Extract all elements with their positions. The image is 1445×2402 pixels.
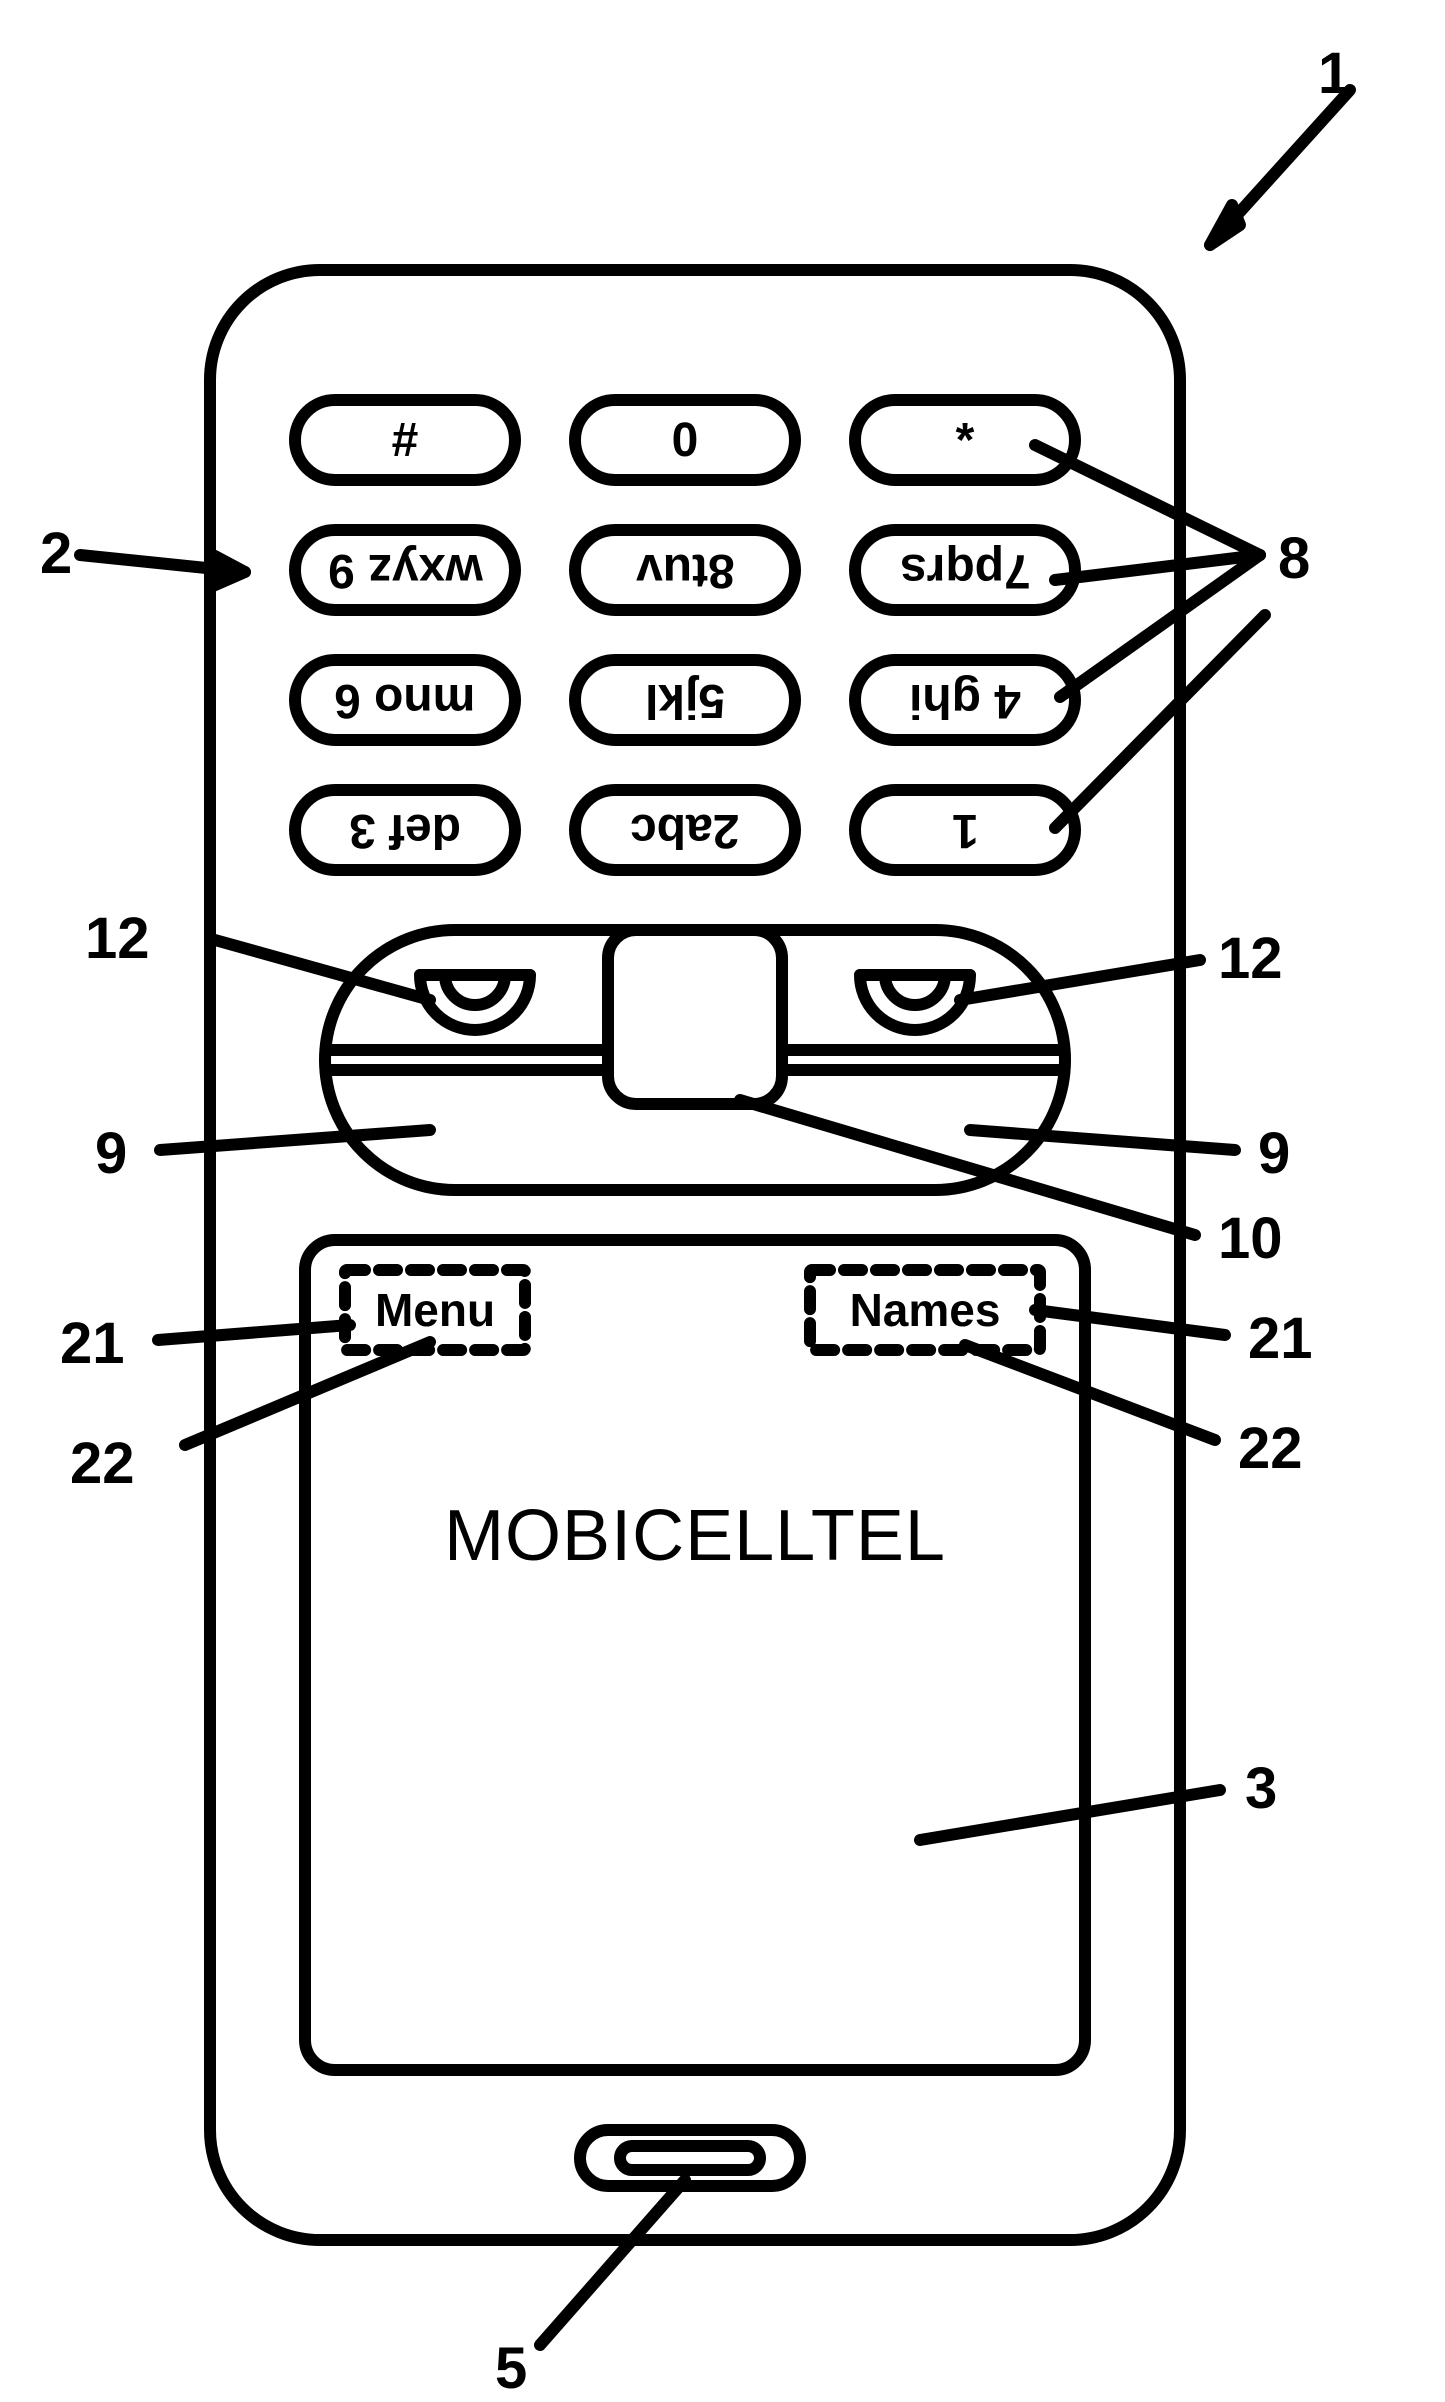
leader-9-left <box>160 1130 430 1150</box>
figure-svg <box>0 0 1445 2401</box>
key-1-label: 1 <box>855 790 1075 870</box>
key-4-label: 4 ghi <box>855 660 1075 740</box>
key-star-label: * <box>855 400 1075 480</box>
ref-22-right: 22 <box>1238 1415 1303 1482</box>
softkey-left-label: Menu <box>345 1270 525 1350</box>
key-hash-label: # <box>295 400 515 480</box>
ref-1: 1 <box>1318 40 1350 107</box>
ref-2: 2 <box>40 520 72 587</box>
leader-2 <box>80 555 245 586</box>
patent-figure: # 0 * wxyz 9 8tuv 7pqrs mno 6 5jkl 4 ghi… <box>0 0 1445 2401</box>
key-8-label: 8tuv <box>575 530 795 610</box>
ref-9-left: 9 <box>95 1120 127 1187</box>
ref-12-left: 12 <box>85 905 150 972</box>
leader-8 <box>1035 445 1265 828</box>
ref-10: 10 <box>1218 1205 1283 1272</box>
ref-8: 8 <box>1278 525 1310 592</box>
leader-10 <box>740 1100 1195 1235</box>
center-button[interactable] <box>608 930 782 1104</box>
ref-22-left: 22 <box>70 1430 135 1497</box>
call-icon-left <box>420 975 530 1030</box>
leader-21-right <box>1035 1310 1225 1335</box>
ref-21-right: 21 <box>1248 1305 1313 1372</box>
key-7-label: 7pqrs <box>855 530 1075 610</box>
ref-12-right: 12 <box>1218 925 1283 992</box>
display <box>305 1240 1085 2070</box>
screen-brand: MOBICELLTEL <box>305 1495 1085 1577</box>
leader-9-right <box>970 1130 1235 1150</box>
softkey-right-label: Names <box>810 1270 1040 1350</box>
leader-12-right <box>960 960 1200 1000</box>
ref-9-right: 9 <box>1258 1120 1290 1187</box>
key-2-label: 2abc <box>575 790 795 870</box>
ref-5: 5 <box>495 2335 527 2402</box>
ref-21-left: 21 <box>60 1310 125 1377</box>
key-3-label: def 3 <box>295 790 515 870</box>
key-0-label: 0 <box>575 400 795 480</box>
call-icon-right <box>860 975 970 1030</box>
key-6-label: mno 6 <box>295 660 515 740</box>
leader-5 <box>540 2180 685 2345</box>
key-5-label: 5jkl <box>575 660 795 740</box>
key-9-label: wxyz 9 <box>295 530 515 610</box>
ref-3: 3 <box>1245 1755 1277 1822</box>
leader-1 <box>1210 90 1350 245</box>
leader-21-left <box>158 1325 350 1340</box>
